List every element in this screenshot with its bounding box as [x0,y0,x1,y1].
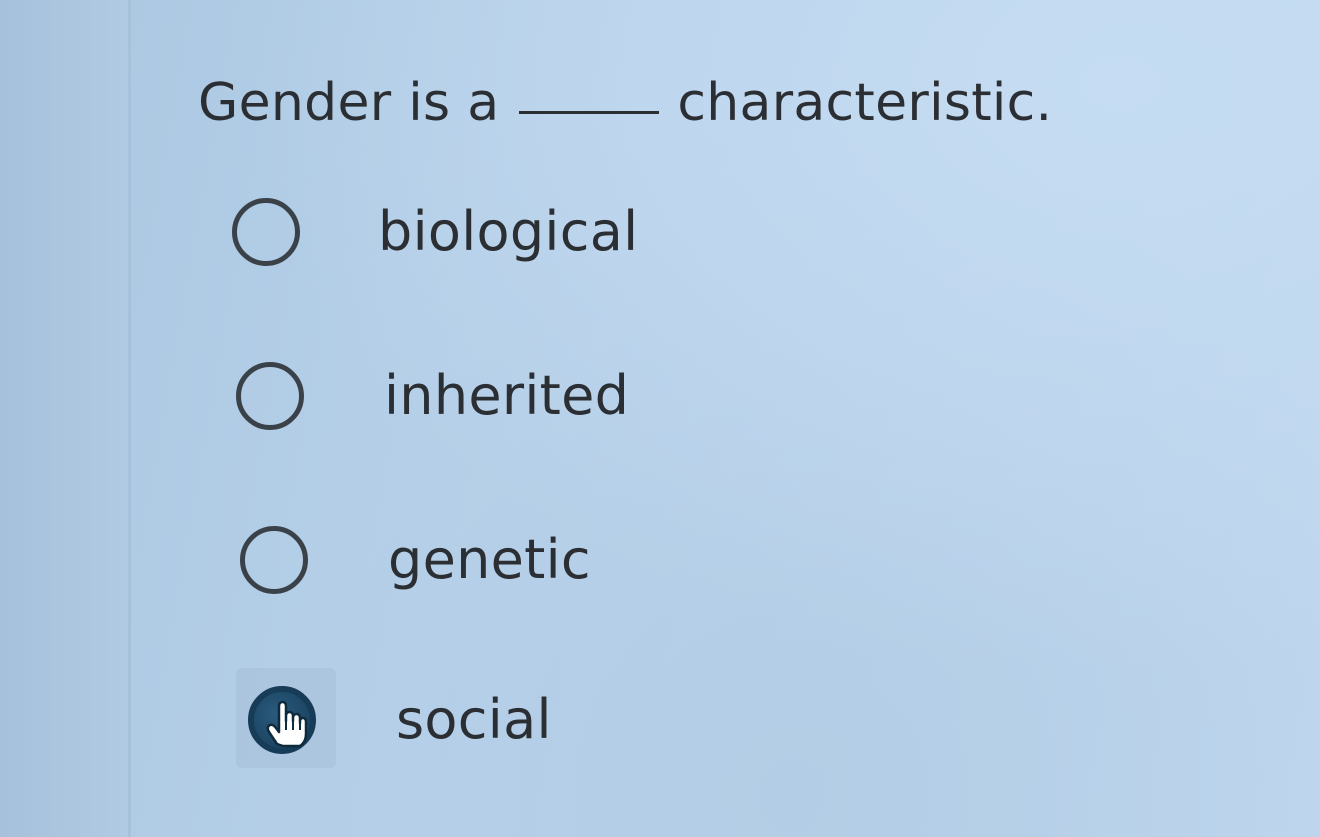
radio-button-inherited[interactable] [236,362,304,430]
option-biological[interactable]: biological [232,192,638,272]
option-genetic[interactable]: genetic [240,520,591,600]
question-suffix: characteristic. [677,73,1053,133]
question-text: Gender is a characteristic. [198,68,1052,138]
option-label-biological: biological [378,200,639,263]
radio-button-social[interactable] [248,686,316,754]
radio-button-genetic[interactable] [240,526,308,594]
margin-divider [128,0,131,837]
option-label-genetic: genetic [388,528,591,591]
option-social[interactable]: social [248,680,552,760]
option-inherited[interactable]: inherited [236,356,629,436]
radio-button-biological[interactable] [232,198,300,266]
left-margin-panel [0,0,128,837]
option-label-inherited: inherited [384,364,630,427]
hand-pointer-icon [266,700,308,748]
question-prefix: Gender is a [198,73,500,133]
option-label-social: social [396,688,552,751]
answer-blank [519,111,660,114]
